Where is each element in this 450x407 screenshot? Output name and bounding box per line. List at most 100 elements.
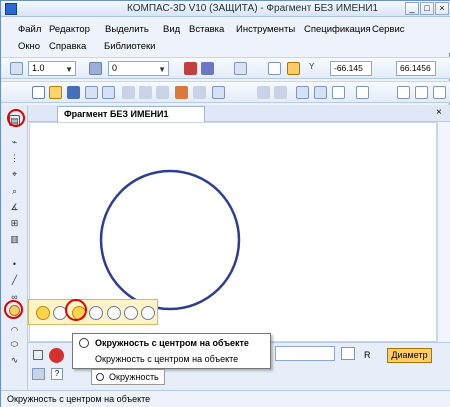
menu-file[interactable]: Файл [18,24,41,35]
snap-mode-icon[interactable] [201,62,214,75]
layer-value: 0 [112,63,118,73]
magnet-icon[interactable] [184,62,197,75]
manager-icon[interactable] [296,86,309,99]
menu-view[interactable]: Вид [163,24,180,35]
paste-icon[interactable] [156,86,169,99]
circle-label-text: Окружность [109,372,159,382]
select-tool-icon[interactable]: ⊞ [9,218,20,229]
open-icon[interactable] [49,86,62,99]
print-icon[interactable] [85,86,98,99]
variables-icon[interactable] [332,86,345,99]
table-icon[interactable] [212,86,225,99]
current-state-toolbar: 1.0 ▼ 0 ▼ Y -66.145 66.1456 [1,57,450,79]
question-icon[interactable]: ? [51,368,63,380]
minimize-button[interactable]: _ [405,2,419,15]
properties-icon[interactable] [175,86,188,99]
radius-icon[interactable] [341,347,355,360]
coord-y-field[interactable]: 66.1456 [396,61,436,76]
library-icon[interactable] [314,86,327,99]
highlight-circle-tool-icon [4,300,23,319]
title-bar: КОМПАС-3D V10 (ЗАЩИТА) - Фрагмент БЕЗ ИМ… [1,1,450,17]
menu-bar: Файл Редактор Выделить Вид Вставка Инстр… [1,17,450,53]
drawn-circle[interactable] [99,169,241,311]
measure-tool-icon[interactable]: ⌕ [9,186,20,197]
circle-2pts-icon[interactable] [141,306,155,320]
line-tool-icon[interactable]: ╱ [9,275,20,286]
standard-toolbar [1,81,450,103]
dimension-tool-icon[interactable]: ⌁ [9,137,20,148]
tab-document-label: Фрагмент БЕЗ ИМЕНИ1 [64,109,169,119]
r-label: R [364,350,371,360]
circle-label-box: Окружность [91,369,165,385]
highlight-popup-tool [65,299,87,321]
circle-icon [96,373,104,381]
snap-icon[interactable] [10,62,23,75]
menu-insert[interactable]: Вставка [189,24,224,35]
circle-3-tangent-icon[interactable] [124,306,138,320]
format-icon[interactable] [193,86,206,99]
close-button[interactable]: × [435,2,449,15]
layer-select[interactable]: 0 ▼ [108,61,169,76]
circle-tangent-icon[interactable] [89,306,103,320]
camera-icon[interactable] [32,368,45,380]
stop-icon[interactable] [49,348,64,363]
menu-service[interactable]: Сервис [372,24,405,35]
zoom-out-icon[interactable] [433,86,446,99]
new-icon[interactable] [32,86,45,99]
compact-panel: ▤ ⌁ ⋮ ⌖ ⌕ ∡ ⊞ ▥ • ╱ ∞ ◠ ⬭ ∿ [1,105,28,390]
tooltip-description: Окружность с центром на объекте [95,354,239,364]
edit-tool-icon[interactable]: ⌖ [9,169,20,180]
vertical-scrollbar[interactable] [437,122,450,342]
diameter-button[interactable]: Диаметр [387,348,432,363]
save-icon[interactable] [67,86,80,99]
grid-icon[interactable] [234,62,247,75]
highlight-geometry-icon [7,109,25,127]
local-cs-icon[interactable] [287,62,300,75]
scale-select[interactable]: 1.0 ▼ [28,61,76,76]
coord-label: Y [309,62,315,71]
help-icon[interactable] [356,86,369,99]
circle-tools-popup [28,299,158,325]
menu-select[interactable]: Выделить [105,24,149,35]
zoom-in-icon[interactable] [415,86,428,99]
symbol-tool-icon[interactable]: ⋮ [9,153,20,164]
status-bar: Окружность с центром на объекте [1,390,450,407]
preview-icon[interactable] [102,86,115,99]
coord-x-field[interactable]: -66.145 [330,61,372,76]
copy-icon[interactable] [139,86,152,99]
app-icon [5,3,17,15]
value-field[interactable] [275,346,335,361]
parametric-tool-icon[interactable]: ∡ [9,202,20,213]
ortho-icon[interactable] [268,62,281,75]
menu-edit[interactable]: Редактор [49,24,90,35]
menu-libraries[interactable]: Библиотеки [104,41,155,52]
circle-2-tangent-icon[interactable] [107,306,121,320]
bezier-tool-icon[interactable]: ∿ [9,355,20,366]
spec-tool-icon[interactable]: ▥ [9,234,20,245]
tab-document[interactable]: Фрагмент БЕЗ ИМЕНИ1 [57,106,205,122]
menu-help[interactable]: Справка [49,41,86,52]
ellipse-tool-icon[interactable]: ⬭ [9,339,20,350]
layer-icon[interactable] [89,62,102,75]
point-tool-icon[interactable]: • [9,259,20,270]
pin-icon[interactable] [33,350,43,360]
chevron-down-icon: ▼ [158,65,166,74]
tooltip-title: Окружность с центром на объекте [95,338,249,348]
arc-tool-icon[interactable]: ◠ [9,325,20,336]
circle-icon[interactable] [36,306,50,320]
scale-value: 1.0 [32,63,45,73]
zoom-icon[interactable] [397,86,410,99]
status-text: Окружность с центром на объекте [7,394,151,404]
undo-icon[interactable] [257,86,270,99]
redo-icon[interactable] [274,86,287,99]
menu-tools[interactable]: Инструменты [236,24,295,35]
maximize-button[interactable]: □ [420,2,434,15]
close-icon[interactable]: × [436,107,442,118]
app-window: КОМПАС-3D V10 (ЗАЩИТА) - Фрагмент БЕЗ ИМ… [0,0,450,407]
circle-icon [79,338,89,348]
menu-window[interactable]: Окно [18,41,40,52]
menu-specification[interactable]: Спецификация [304,24,371,35]
tab-bar: Фрагмент БЕЗ ИМЕНИ1 × [28,105,450,122]
cut-icon[interactable] [122,86,135,99]
chevron-down-icon: ▼ [65,65,73,74]
